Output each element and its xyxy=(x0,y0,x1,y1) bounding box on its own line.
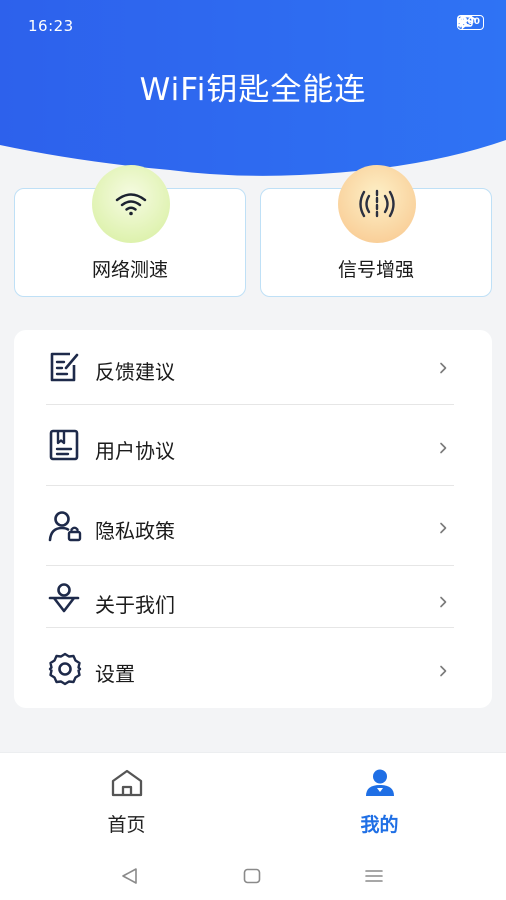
chevron-right-icon xyxy=(440,596,447,608)
signal-boost-label: 信号增强 xyxy=(337,259,414,281)
status-bar: 16:23 100 xyxy=(0,0,506,52)
menu-label-about: 关于我们 xyxy=(95,593,175,617)
wifi-icon xyxy=(115,193,147,216)
signal-boost-card[interactable]: 信号增强 xyxy=(260,165,492,297)
recent-apps-icon[interactable] xyxy=(364,869,384,883)
settings-icon xyxy=(48,652,82,686)
header-banner: 16:23 100 WiFi钥匙全能连 xyxy=(0,0,506,200)
speed-test-bubble xyxy=(92,165,170,243)
menu-item-privacy[interactable]: 隐私政策 xyxy=(14,486,492,565)
menu-label-agreement: 用户协议 xyxy=(95,439,175,463)
profile-icon xyxy=(366,769,394,796)
tab-profile[interactable]: 我的 xyxy=(253,753,506,849)
system-nav-bar xyxy=(0,865,506,887)
charging-icon xyxy=(457,15,466,29)
menu-item-about[interactable]: 关于我们 xyxy=(14,566,492,627)
menu-label-feedback: 反馈建议 xyxy=(95,360,175,384)
tab-home-label: 首页 xyxy=(107,814,146,836)
tab-home[interactable]: 首页 xyxy=(0,753,253,849)
settings-menu: 反馈建议 用户协议 隐私政策 关于我们 设置 xyxy=(14,330,492,708)
privacy-icon xyxy=(48,511,82,542)
signal-boost-bubble xyxy=(338,165,416,243)
home-button-icon[interactable] xyxy=(243,868,261,884)
chevron-right-icon xyxy=(440,362,447,374)
menu-label-settings: 设置 xyxy=(95,662,135,686)
about-icon xyxy=(48,583,80,613)
menu-item-settings[interactable]: 设置 xyxy=(14,628,492,708)
menu-item-feedback[interactable]: 反馈建议 xyxy=(14,330,492,404)
feedback-icon xyxy=(50,352,79,382)
status-time: 16:23 xyxy=(28,17,74,35)
status-icons: 100 xyxy=(457,15,484,30)
home-icon xyxy=(111,769,143,797)
agreement-icon xyxy=(49,429,79,461)
back-icon[interactable] xyxy=(120,867,140,885)
tab-profile-label: 我的 xyxy=(360,814,399,836)
signal-icon xyxy=(359,189,395,219)
bottom-tab-bar: 首页 我的 xyxy=(0,752,506,900)
chevron-right-icon xyxy=(440,665,447,677)
chevron-right-icon xyxy=(440,522,447,534)
app-title: WiFi钥匙全能连 xyxy=(139,72,367,108)
menu-item-agreement[interactable]: 用户协议 xyxy=(14,405,492,485)
speed-test-label: 网络测速 xyxy=(91,259,168,281)
speed-test-card[interactable]: 网络测速 xyxy=(14,165,246,297)
chevron-right-icon xyxy=(440,442,447,454)
menu-label-privacy: 隐私政策 xyxy=(95,519,175,543)
